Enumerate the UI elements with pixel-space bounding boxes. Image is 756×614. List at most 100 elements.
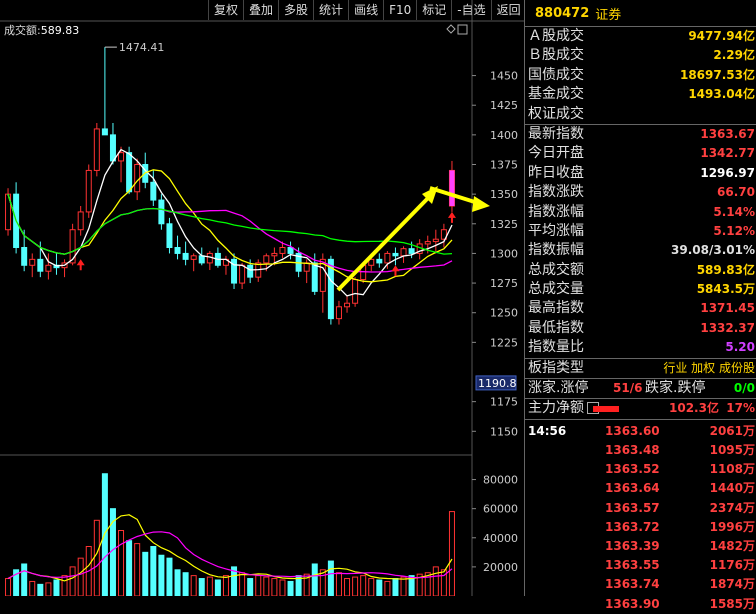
volume-bar: [311, 563, 318, 596]
volume-bar: [118, 530, 125, 596]
tick-vol: 1095万: [709, 443, 755, 457]
tick-price: 1363.55: [605, 558, 660, 573]
volume-bar: [432, 566, 439, 596]
volume-bar: [255, 575, 262, 596]
stat-row: 基金成交 1493.04亿: [525, 85, 756, 104]
board-type-row: 板指类型 行业 加权 成份股: [528, 359, 755, 376]
tick-row: 1363.90 1585万: [525, 595, 756, 614]
volume-bar: [166, 557, 173, 596]
stat-label: Ｂ股成交: [528, 47, 584, 64]
price-axis-label: 1400: [490, 129, 518, 142]
tick-price: 1363.52: [605, 462, 660, 477]
candle-body: [432, 238, 439, 243]
stat-label: 指数量比: [528, 339, 584, 356]
candle-body: [190, 255, 197, 260]
candle-body: [392, 252, 399, 257]
tick-row: 1363.48 1095万: [525, 441, 756, 460]
tick-vol: 1482万: [709, 538, 755, 553]
stat-value: 9477.94亿: [688, 29, 755, 43]
candle-body: [335, 306, 342, 320]
price-axis-label: 1225: [490, 336, 518, 349]
ma5-line: [7, 148, 453, 297]
kline-chart[interactable]: 1450142514001375135013251300127512501225…: [0, 0, 524, 596]
volume-axis-label: 20000: [483, 561, 518, 574]
buy-arrow-icon: [391, 265, 400, 277]
diamond-icon: [446, 24, 456, 34]
stat-row: 总成交量 5843.5万: [525, 280, 756, 299]
candle-body: [85, 169, 92, 213]
tick-price: 1363.57: [605, 500, 660, 515]
stat-label: 最高指数: [528, 300, 584, 317]
volume-bar: [182, 572, 189, 596]
candle-body: [37, 258, 44, 272]
tick-vol: 2061万: [709, 423, 755, 438]
tick-list[interactable]: 14:56 1363.60 2061万 1363.48 1095万 1363.52 1108…: [525, 420, 756, 614]
candle-body: [45, 264, 52, 272]
stat-value: 5.12%: [713, 223, 755, 238]
volume-bar: [174, 569, 181, 596]
stat-row: 最低指数 1332.37: [525, 319, 756, 338]
tick-row: 1363.52 1108万: [525, 460, 756, 479]
volume-axis-label: 40000: [483, 532, 518, 545]
tick-vol: 1585万: [709, 596, 755, 611]
stat-label: Ａ股成交: [528, 28, 584, 44]
stat-label: 指数涨跌: [528, 184, 584, 201]
fall-value: 0/0: [733, 381, 755, 396]
candle-body: [109, 134, 116, 162]
annotation-arrow-line: [336, 194, 432, 292]
stat-label: 今日开盘: [528, 145, 584, 162]
volume-bar: [392, 578, 399, 596]
volume-bar: [69, 566, 76, 596]
price-axis-label: 1425: [490, 99, 518, 112]
tick-price: 1363.74: [605, 577, 660, 592]
volume-bar: [376, 579, 383, 596]
volume-bar: [279, 579, 286, 596]
price-axis-label: 1350: [490, 188, 518, 201]
stat-value: 5.20: [725, 340, 755, 355]
tick-time: 14:56: [528, 423, 567, 438]
net-flow-row: 主力净额 102.3亿 17%: [528, 400, 755, 417]
candle-body: [93, 128, 100, 171]
candle-body: [101, 128, 108, 136]
volume-bar: [247, 578, 254, 596]
index-code: 880472: [535, 5, 590, 21]
stat-label: 权证成交: [528, 105, 584, 122]
candle-body: [182, 252, 189, 260]
kline-chart-area[interactable]: 成交额:589.83 1450 1425 1400 1375 1350 1325 1300 1…: [0, 0, 524, 596]
price-axis-label: 1150: [490, 425, 518, 438]
stat-label: 最低指数: [528, 319, 584, 336]
stat-row: 平均涨幅 5.12%: [525, 222, 756, 241]
stat-row: 国债成交 18697.53亿: [525, 66, 756, 85]
candle-body: [384, 252, 391, 264]
stat-row: 总成交额 589.83亿: [525, 261, 756, 280]
tick-row: 1363.72 1996万: [525, 518, 756, 537]
tick-vol: 1996万: [709, 519, 755, 534]
tick-price: 1363.64: [605, 481, 660, 496]
price-axis-label: 1300: [490, 247, 518, 260]
net-flow-value: 102.3亿: [669, 401, 719, 416]
stat-row: 指数涨幅 5.14%: [525, 203, 756, 222]
fall-label: 跌家.跌停: [645, 380, 706, 397]
market-turnover-section: Ａ股成交 9477.94亿 Ｂ股成交 2.29亿 国债成交 18697.53亿 基金成交 14…: [525, 27, 756, 124]
volume-axis-label: 60000: [483, 503, 518, 516]
stat-value: 39.08/3.01%: [671, 243, 755, 258]
stat-value: 5.14%: [713, 204, 755, 219]
stat-label: 总成交量: [528, 281, 584, 298]
candle-body: [287, 247, 294, 254]
candle-body: [247, 264, 254, 278]
tick-row: 1363.39 1482万: [525, 537, 756, 556]
annotation-arrow-head-2: [472, 196, 490, 212]
tick-price: 1363.90: [605, 596, 660, 611]
stat-label: 总成交额: [528, 261, 584, 278]
tick-vol: 1440万: [709, 481, 755, 496]
candle-body: [424, 241, 431, 245]
stat-row: 指数涨跌 66.70: [525, 183, 756, 202]
volume-bar: [214, 579, 221, 596]
candle-body: [400, 248, 407, 257]
candle-body: [376, 258, 383, 264]
volume-bar: [335, 572, 342, 596]
volume-bar: [134, 543, 141, 596]
stat-row: 今日开盘 1342.77: [525, 144, 756, 163]
volume-bar: [29, 580, 36, 596]
candle-body: [126, 152, 133, 193]
